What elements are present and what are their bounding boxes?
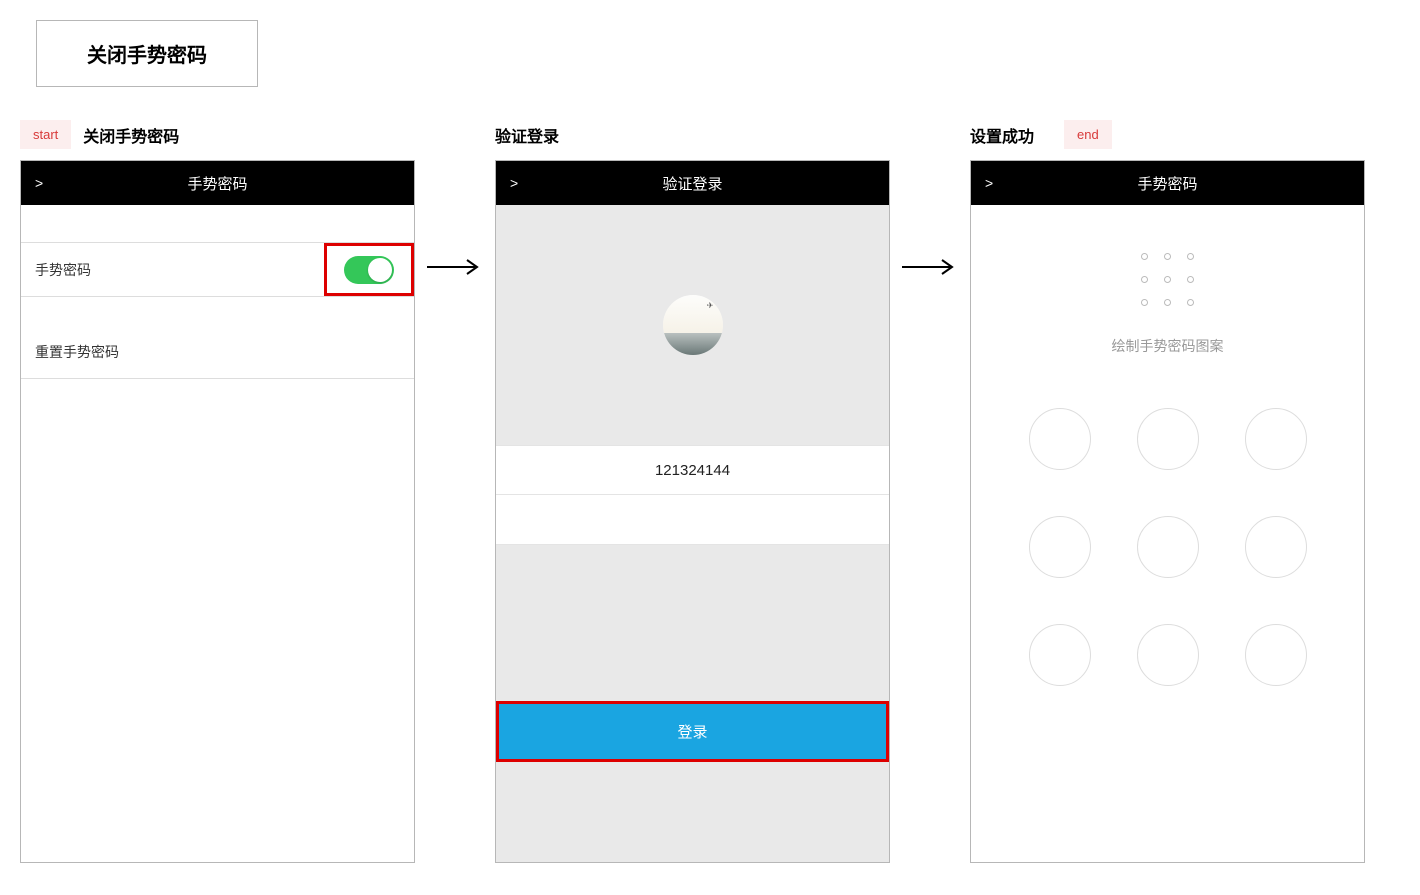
phone3-header-title: 手势密码 <box>971 173 1364 194</box>
screen-col-2: 验证登录 > 验证登录 121324144 <box>495 117 890 863</box>
arrow-1 <box>415 117 495 277</box>
reset-row[interactable]: 重置手势密码 <box>21 325 414 379</box>
row-gap <box>21 297 414 325</box>
back-icon[interactable]: > <box>510 175 518 191</box>
pattern-dot[interactable] <box>1029 516 1091 578</box>
pattern-grid[interactable] <box>1015 394 1321 700</box>
main-title-box: 关闭手势密码 <box>36 20 258 87</box>
mini-pattern-preview <box>1133 245 1202 314</box>
password-input[interactable] <box>496 495 889 545</box>
col1-title: 关闭手势密码 <box>83 123 179 147</box>
phone1-header: > 手势密码 <box>21 161 414 205</box>
toggle-row[interactable]: 手势密码 <box>21 243 414 297</box>
col2-title: 验证登录 <box>495 123 559 147</box>
pattern-dot[interactable] <box>1137 516 1199 578</box>
pattern-dot[interactable] <box>1245 408 1307 470</box>
screen-col-1: start 关闭手势密码 > 手势密码 手势密码 重置手势密码 <box>20 117 415 863</box>
phone-2: > 验证登录 121324144 登录 <box>495 160 890 863</box>
phone1-header-title: 手势密码 <box>21 173 414 194</box>
back-icon[interactable]: > <box>35 175 43 191</box>
login-button[interactable]: 登录 <box>499 704 886 759</box>
phone3-body: 绘制手势密码图案 <box>971 205 1364 862</box>
draw-hint: 绘制手势密码图案 <box>1112 336 1224 356</box>
account-value: 121324144 <box>655 462 730 479</box>
pattern-dot[interactable] <box>1245 516 1307 578</box>
avatar-area <box>496 205 889 445</box>
gesture-toggle[interactable] <box>344 256 394 284</box>
pattern-dot[interactable] <box>1137 624 1199 686</box>
start-badge: start <box>20 120 71 149</box>
blank-row <box>21 205 414 243</box>
screen-col-3: 设置成功 end > 手势密码 绘制手势密码图案 <box>970 117 1365 863</box>
toggle-row-label: 手势密码 <box>35 260 91 280</box>
col3-title: 设置成功 <box>970 123 1034 147</box>
avatar <box>663 295 723 355</box>
phone2-header-title: 验证登录 <box>496 173 889 194</box>
pattern-dot[interactable] <box>1137 408 1199 470</box>
login-highlight: 登录 <box>496 701 889 762</box>
arrow-right-icon <box>900 257 960 277</box>
back-icon[interactable]: > <box>985 175 993 191</box>
pattern-dot[interactable] <box>1029 408 1091 470</box>
pattern-dot[interactable] <box>1245 624 1307 686</box>
arrow-right-icon <box>425 257 485 277</box>
pattern-dot[interactable] <box>1029 624 1091 686</box>
toggle-highlight <box>324 243 414 296</box>
phone-3: > 手势密码 绘制手势密码图案 <box>970 160 1365 863</box>
account-input[interactable]: 121324144 <box>496 445 889 495</box>
phone2-header: > 验证登录 <box>496 161 889 205</box>
arrow-2 <box>890 117 970 277</box>
reset-row-label: 重置手势密码 <box>35 342 119 362</box>
end-badge: end <box>1064 120 1112 149</box>
phone3-header: > 手势密码 <box>971 161 1364 205</box>
main-title: 关闭手势密码 <box>87 45 207 67</box>
phone2-body: 121324144 登录 <box>496 205 889 862</box>
phone-1: > 手势密码 手势密码 重置手势密码 <box>20 160 415 863</box>
login-button-label: 登录 <box>677 724 707 741</box>
